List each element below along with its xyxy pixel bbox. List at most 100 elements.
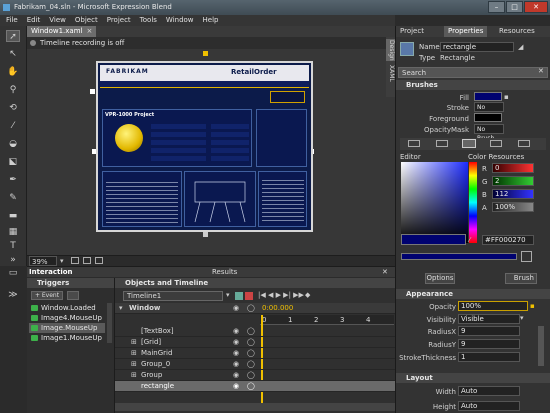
direct-selection-icon[interactable]: ↖ [6,48,20,60]
hue-slider[interactable] [469,162,477,243]
eye-icon[interactable]: ◉ [233,326,239,337]
search-input[interactable]: Search [398,67,548,78]
zoom-select[interactable]: 39% [29,256,57,266]
radiusy-input[interactable]: 9 [458,339,520,349]
gradient-brush-icon[interactable] [462,139,476,148]
grid-layout-icon[interactable]: ▦ [6,226,20,238]
trigger-item[interactable]: Image1.MouseUp [29,333,105,343]
design-surface[interactable]: FABRIKAM RetailOrder VPR-1000 Project [96,61,313,232]
menu-window[interactable]: Window [166,15,194,26]
solid-brush-icon[interactable] [436,140,448,147]
eyedropper-icon[interactable]: ⁄ [469,236,470,244]
visibility-dropdown-icon[interactable]: ▾ [520,314,524,322]
foreground-swatch[interactable] [474,113,502,122]
g-input[interactable]: 2 [492,176,534,186]
add-event-button[interactable]: + Event [31,291,63,300]
time-ruler[interactable]: 0 1 2 3 4 [260,315,394,325]
opacity-options-icon[interactable]: ▪ [530,302,535,310]
lock-toggle-icon[interactable]: ◯ [247,303,255,314]
close-button[interactable]: ✕ [524,1,548,13]
tile-brush-icon[interactable] [490,140,502,147]
lock-icon[interactable] [203,51,208,56]
tree-row[interactable]: ⊞ Group_0 ◉ ◯ [115,359,396,370]
tree-row[interactable]: ⊞ Group ◉ ◯ [115,370,396,381]
eye-icon[interactable]: ◉ [233,348,239,359]
color-resources-label[interactable]: Color Resources [468,153,524,161]
collapse-icon[interactable]: ▾ [119,303,123,314]
lock-toggle-icon[interactable]: ◯ [247,370,255,381]
height-input[interactable]: Auto [458,401,520,411]
color-picker-field[interactable] [401,162,468,243]
radiusx-input[interactable]: 9 [458,326,520,336]
menu-view[interactable]: View [49,15,66,26]
clear-search-icon[interactable]: ✕ [538,67,544,75]
strokethickness-input[interactable]: 1 [458,352,520,362]
eye-icon[interactable]: ◉ [233,381,239,392]
visibility-select[interactable]: Visible [458,314,520,324]
lock-toggle-icon[interactable]: ◯ [247,381,255,392]
fill-options-icon[interactable]: ▪ [504,93,509,101]
tab-xaml[interactable]: XAML [386,63,395,83]
name-input[interactable]: rectangle [440,42,514,52]
menu-object[interactable]: Object [75,15,98,26]
close-tab-icon[interactable]: × [86,27,92,35]
tree-row[interactable]: ⊞ MainGrid ◉ ◯ [115,348,396,359]
control-icon[interactable]: ▭ [6,268,20,280]
tab-interaction[interactable]: Interaction [29,267,73,278]
rectangle-icon[interactable]: ▬ [6,210,20,222]
expand-icon[interactable]: ⊞ [131,359,137,370]
snap-lines-icon[interactable] [95,257,103,264]
width-input[interactable]: Auto [458,386,520,396]
menu-file[interactable]: File [6,15,18,26]
tab-results[interactable]: Results [212,267,237,278]
timeline-root-row[interactable]: ▾ Window ◉ ◯ 0:00.000 [115,303,396,314]
eye-icon[interactable]: ◉ [233,337,239,348]
timeline-hscrollbar[interactable] [115,403,396,411]
expand-icon[interactable]: ⊞ [131,337,137,348]
eye-icon[interactable]: ◉ [233,370,239,381]
tab-design[interactable]: Design [386,39,395,61]
gradient-tool-icon[interactable] [521,251,532,262]
zoom-dropdown-icon[interactable]: ▾ [60,256,64,266]
layout-header[interactable]: Layout [396,373,550,383]
camera-orbit-icon[interactable]: ⟲ [6,102,20,114]
brush-button[interactable]: Brush [505,273,537,284]
opacitymask-value[interactable]: No Brush [474,124,504,142]
opacity-input[interactable]: 100% [458,301,528,311]
record-indicator-icon[interactable] [30,40,36,46]
tab-window1-xaml[interactable]: Window1.xaml × [27,26,97,37]
b-input[interactable]: 112 [492,189,534,199]
playback-controls[interactable]: |◀ ◀ ▶ ▶| ▶▶ [258,291,304,299]
menu-tools[interactable]: Tools [140,15,157,26]
textblock-icon[interactable]: T [6,240,20,252]
lock-toggle-icon[interactable]: ◯ [247,359,255,370]
eyedropper-icon[interactable]: ⁄ [6,120,20,132]
a-input[interactable]: 100% [492,202,534,212]
pen-icon[interactable]: ✒ [6,174,20,186]
lock-toggle-icon[interactable]: ◯ [247,326,255,337]
expand-icon[interactable]: ⊞ [131,348,137,359]
expand-icon[interactable]: ⊞ [131,370,137,381]
tab-properties[interactable]: Properties [444,26,488,37]
show-grid-icon[interactable] [83,257,91,264]
snap-grid-icon[interactable] [71,257,79,264]
timeline-dropdown-icon[interactable]: ▾ [226,291,230,299]
selection-icon[interactable]: ➚ [6,30,20,42]
trigger-item-selected[interactable]: Image.MouseUp [29,323,105,333]
hex-input[interactable]: #FF000270 [482,235,534,245]
r-input[interactable]: 0 [492,163,534,173]
menu-project[interactable]: Project [107,15,131,26]
brush-transform-icon[interactable]: ⬕ [6,156,20,168]
timeline-select[interactable]: Timeline1 [123,291,223,301]
eye-icon[interactable]: ◉ [233,303,239,314]
add-keyframe-icon[interactable]: ◆ [305,291,310,299]
no-brush-icon[interactable] [408,140,420,147]
more-tools-icon[interactable]: ≫ [6,290,20,302]
tree-row[interactable]: ⊞ [Grid] ◉ ◯ [115,337,396,348]
tree-row-selected[interactable]: rectangle ◉ ◯ [115,381,396,392]
minimize-button[interactable]: – [488,1,505,13]
options-button[interactable]: Options [425,273,455,284]
name-options-icon[interactable]: ◢ [518,43,523,51]
eye-icon[interactable]: ◉ [233,359,239,370]
lock-toggle-icon[interactable]: ◯ [247,337,255,348]
